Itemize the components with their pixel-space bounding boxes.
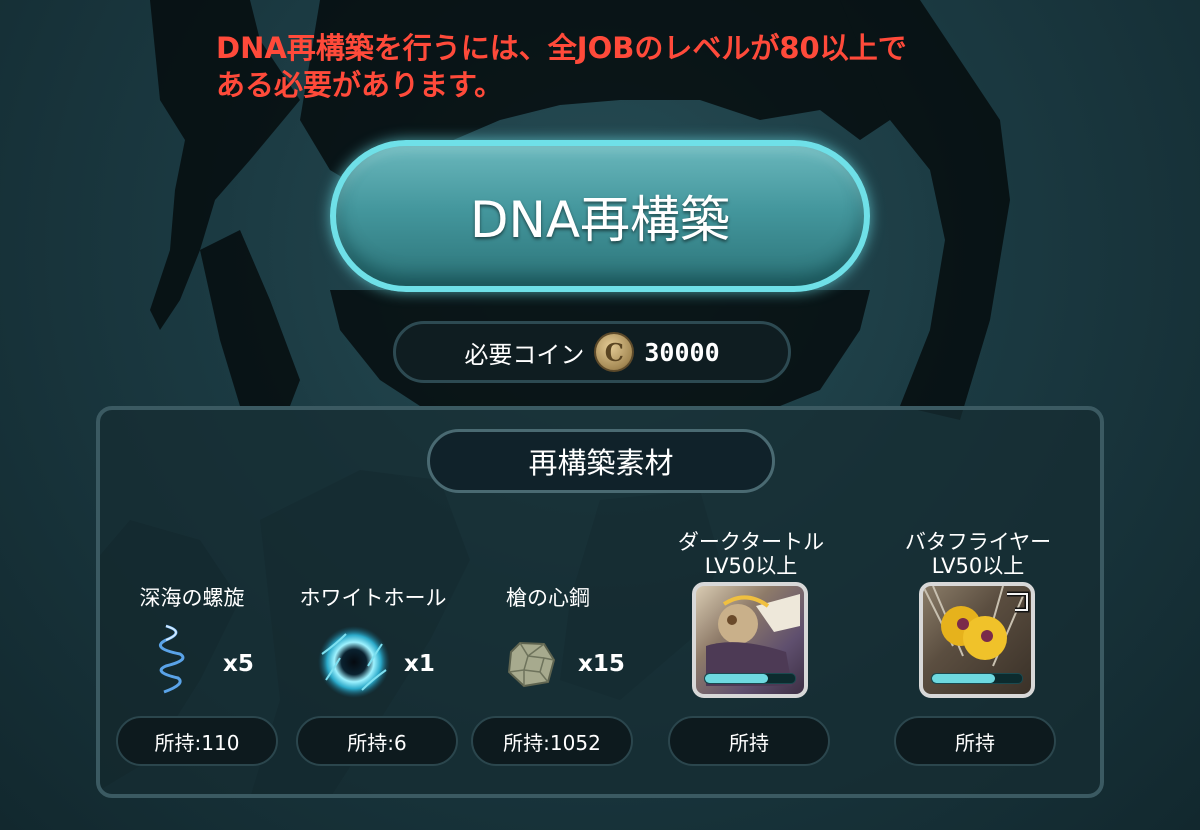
unit-level-bar: [931, 673, 1023, 684]
unit-level-bar: [704, 673, 796, 684]
material-name: ホワイトホール: [299, 586, 447, 610]
owned-count: 所持:1052: [471, 716, 633, 766]
level-requirement-warning: DNA再構築を行うには、全JOBのレベルが80以上で ある必要があります。: [216, 30, 976, 104]
owned-count: 所持:6: [296, 716, 458, 766]
spiral-icon: [158, 624, 185, 694]
owned-count: 所持:110: [116, 716, 278, 766]
materials-panel-title: 再構築素材: [427, 429, 775, 493]
dna-rebuild-button[interactable]: DNA再構築: [330, 140, 870, 292]
dark-turtle-portrait[interactable]: [692, 582, 808, 698]
required-coin-amount: 30000: [644, 337, 720, 367]
white-hole-icon: [318, 626, 390, 698]
owned-count: 所持: [894, 716, 1056, 766]
unit-level-requirement: LV50以上: [704, 554, 798, 578]
coin-icon: C: [594, 332, 635, 372]
material-name: 槍の心鋼: [506, 586, 590, 610]
required-coin-label: 必要コイン: [464, 340, 585, 369]
material-quantity: x1: [404, 651, 435, 677]
material-quantity: x5: [223, 651, 254, 677]
unit-level-requirement: LV50以上: [931, 554, 1025, 578]
warning-line-2: ある必要があります。: [216, 68, 504, 102]
material-quantity: x15: [578, 651, 625, 677]
ore-stone-icon: [507, 641, 556, 688]
required-coin-display: 必要コイン C 30000: [393, 321, 791, 383]
material-name: 深海の螺旋: [139, 586, 245, 610]
owned-count: 所持: [668, 716, 830, 766]
warning-line-1: DNA再構築を行うには、全JOBのレベルが80以上で: [216, 31, 907, 65]
butterflyer-portrait[interactable]: [919, 582, 1035, 698]
